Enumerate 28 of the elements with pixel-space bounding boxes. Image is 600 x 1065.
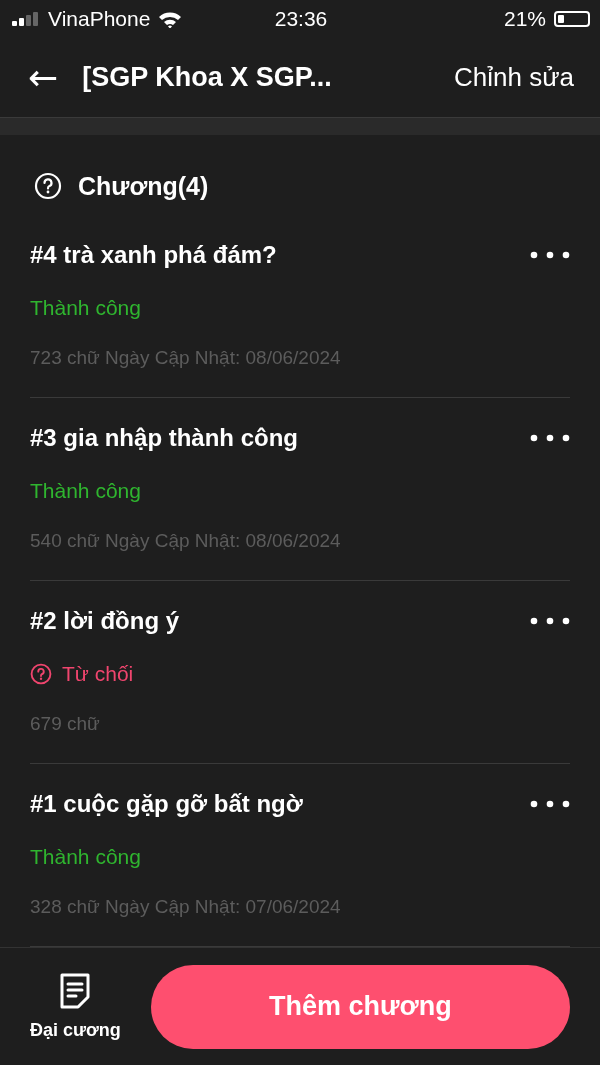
chapter-meta: 540 chữ Ngày Cập Nhật: 08/06/2024 bbox=[30, 530, 342, 553]
signal-icon bbox=[12, 12, 40, 27]
more-icon[interactable] bbox=[530, 251, 570, 260]
section-title: Chương(4) bbox=[78, 171, 209, 201]
carrier-name: VinaPhone bbox=[48, 7, 151, 32]
help-icon bbox=[30, 663, 52, 686]
story-title: [SGP Khoa X SGP... bbox=[82, 62, 333, 94]
chapter-meta: 723 chữ Ngày Cập Nhật: 08/06/2024 bbox=[30, 347, 342, 370]
chapter-meta: 679 chữ bbox=[30, 713, 101, 736]
more-icon[interactable] bbox=[530, 800, 570, 809]
status-label: Thành công bbox=[30, 296, 141, 321]
clock-time: 23:36 bbox=[274, 7, 328, 32]
more-icon[interactable] bbox=[530, 434, 570, 443]
chapter-meta: 328 chữ Ngày Cập Nhật: 07/06/2024 bbox=[30, 896, 342, 919]
chapter-title[interactable]: #4 trà xanh phá đám? bbox=[30, 241, 277, 270]
battery-percent: 21% bbox=[503, 7, 546, 32]
status-label: Thành công bbox=[30, 845, 141, 870]
outline-button[interactable]: Đại cương bbox=[30, 972, 121, 1042]
chapter-title[interactable]: #1 cuộc gặp gỡ bất ngờ bbox=[30, 790, 303, 819]
back-button[interactable]: ← bbox=[28, 57, 59, 99]
wifi-icon bbox=[158, 10, 183, 28]
chapter-title[interactable]: #3 gia nhập thành công bbox=[30, 424, 299, 453]
status-label: Từ chối bbox=[62, 662, 134, 687]
chapter-title[interactable]: #2 lời đồng ý bbox=[30, 607, 180, 636]
edit-button[interactable]: Chỉnh sửa bbox=[453, 62, 574, 94]
status-label: Thành công bbox=[30, 479, 141, 504]
more-icon[interactable] bbox=[530, 617, 570, 626]
help-icon bbox=[34, 172, 62, 201]
